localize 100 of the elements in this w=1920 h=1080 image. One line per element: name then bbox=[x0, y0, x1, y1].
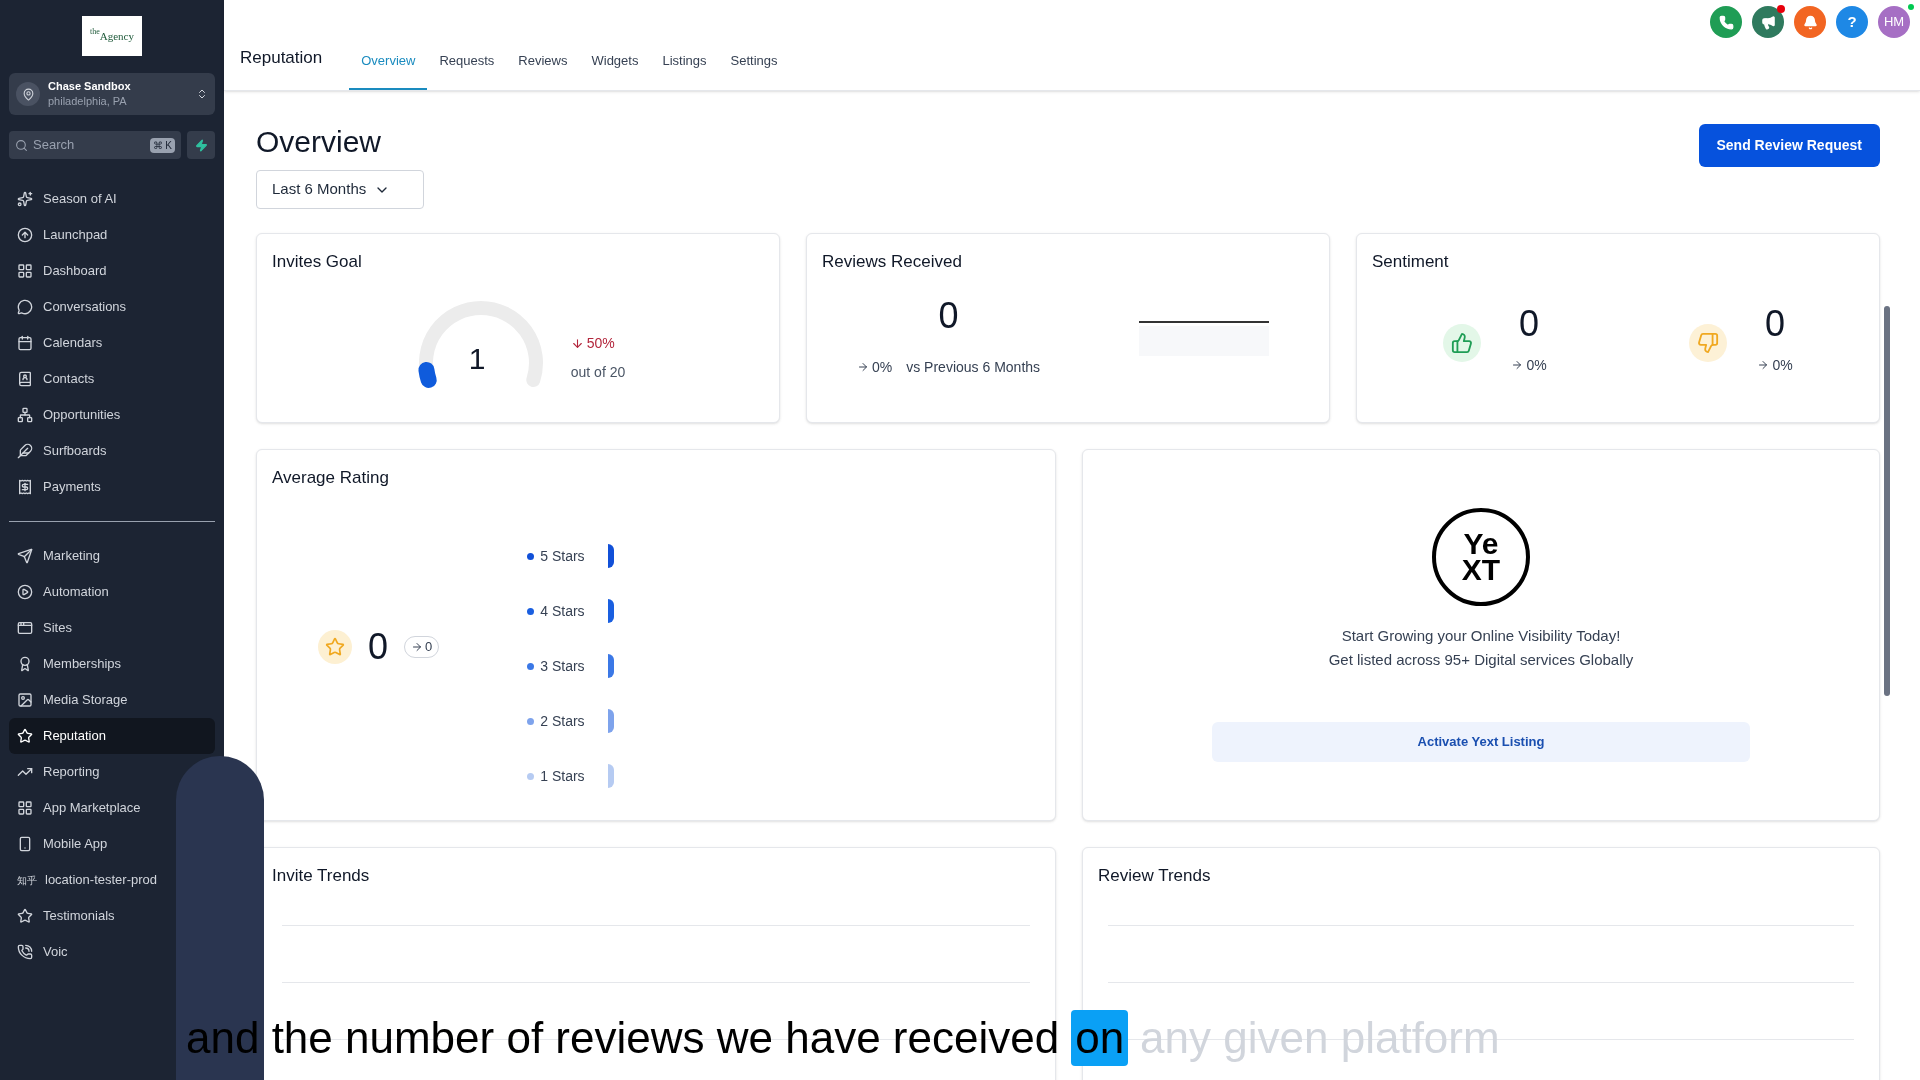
thumbs-up-icon bbox=[1443, 324, 1482, 362]
glyph-icon: 知乎 bbox=[17, 872, 35, 888]
promo-text: Start Growing your Online Visibility Today! bbox=[1341, 626, 1621, 646]
page-title: Overview bbox=[256, 124, 383, 160]
module-title: Reputation bbox=[240, 46, 323, 69]
promo-text: Get listed across 95+ Digital services Globally bbox=[1328, 650, 1634, 670]
change-value: 0% bbox=[1511, 354, 1547, 376]
reviews-count: 0 bbox=[938, 293, 959, 338]
nav-item[interactable]: Calendars bbox=[9, 325, 111, 361]
gauge-value: 1 bbox=[468, 340, 486, 377]
rating-label: 5 Stars bbox=[540, 546, 586, 566]
paper-plane-icon bbox=[17, 548, 33, 564]
rating-label: 4 Stars bbox=[540, 601, 586, 621]
change-value: 0% bbox=[857, 356, 893, 378]
chevrons-icon bbox=[196, 88, 208, 100]
tab[interactable]: Listings bbox=[650, 50, 719, 90]
nav-item[interactable]: Sites bbox=[9, 610, 80, 646]
thumbs-down-icon bbox=[1689, 324, 1728, 362]
search-icon bbox=[15, 138, 28, 152]
nav-item[interactable]: Payments bbox=[9, 469, 109, 505]
nav-item[interactable]: Surfboards bbox=[9, 433, 115, 469]
star-icon bbox=[17, 728, 33, 744]
search-field[interactable]: Search ⌘ K bbox=[9, 131, 181, 159]
nodes-icon bbox=[17, 407, 33, 423]
arrow-right-icon bbox=[1511, 359, 1524, 371]
account-location: philadelphia, PA bbox=[48, 94, 128, 109]
bell-icon bbox=[1802, 14, 1818, 30]
nav-item[interactable]: Reputation bbox=[9, 718, 215, 754]
phone-call-icon bbox=[17, 944, 33, 960]
nav-item[interactable]: Conversations bbox=[9, 289, 135, 325]
nav-item[interactable]: Reporting bbox=[9, 754, 108, 790]
sentiment-count: 0 bbox=[1518, 301, 1539, 346]
period-dropdown[interactable]: Last 6 Months bbox=[256, 170, 424, 209]
nav-item[interactable]: Opportunities bbox=[9, 397, 129, 433]
nav-item[interactable]: Automation bbox=[9, 574, 117, 610]
nav-item[interactable]: Memberships bbox=[9, 646, 130, 682]
bell-button[interactable] bbox=[1794, 6, 1826, 38]
yext-logo: Ye XT bbox=[1432, 508, 1530, 606]
card-title: Invites Goal bbox=[272, 251, 363, 273]
rating-bar bbox=[608, 599, 615, 623]
tab[interactable]: Widgets bbox=[579, 50, 651, 90]
help-button[interactable]: ? bbox=[1836, 6, 1868, 38]
quick-action-button[interactable] bbox=[187, 131, 215, 159]
nav-item[interactable]: Launchpad bbox=[9, 217, 116, 253]
location-pin-icon bbox=[16, 82, 40, 106]
shortcut-key: ⌘ K bbox=[149, 137, 175, 153]
nav-item[interactable]: Season of AI bbox=[9, 181, 125, 217]
grid-icon bbox=[17, 263, 33, 279]
arrow-right-icon bbox=[857, 361, 869, 373]
rating-bar bbox=[608, 544, 615, 568]
tab[interactable]: Settings bbox=[718, 50, 790, 90]
phone-icon bbox=[1718, 14, 1734, 30]
card-title: Review Trends bbox=[1098, 865, 1212, 887]
tab[interactable]: Requests bbox=[427, 50, 507, 90]
play-circle-icon bbox=[17, 584, 33, 600]
phone-button[interactable] bbox=[1710, 6, 1742, 38]
chat-bubble-icon bbox=[17, 299, 33, 315]
arrow-down-icon bbox=[570, 336, 584, 350]
change-value: 0% bbox=[1757, 354, 1793, 376]
megaphone-button[interactable] bbox=[1752, 6, 1784, 38]
smartphone-icon bbox=[17, 836, 33, 852]
megaphone-icon bbox=[1760, 14, 1776, 30]
tab[interactable]: Reviews bbox=[506, 50, 580, 90]
nav-item[interactable]: App Marketplace bbox=[9, 790, 149, 826]
card-title: Reviews Received bbox=[822, 251, 963, 273]
grid-icon bbox=[17, 800, 33, 816]
nav-item[interactable]: 知乎 location-tester-prod bbox=[9, 862, 165, 898]
feather-icon bbox=[17, 443, 33, 459]
card-title: Average Rating bbox=[272, 467, 390, 489]
search-input[interactable]: Search bbox=[33, 135, 145, 155]
nav-item[interactable]: Voic bbox=[9, 934, 76, 970]
rating-label: 1 Stars bbox=[540, 766, 586, 786]
contact-book-icon bbox=[17, 371, 33, 387]
rating-bar bbox=[608, 654, 615, 678]
arrow-right-icon bbox=[1757, 359, 1770, 371]
tab[interactable]: Overview bbox=[349, 50, 428, 90]
goal-text: out of 20 bbox=[570, 362, 626, 382]
comparison-text: vs Previous 6 Months bbox=[906, 357, 1041, 377]
arrow-circle-icon bbox=[17, 227, 33, 243]
account-switcher[interactable]: Chase Sandbox philadelphia, PA bbox=[9, 73, 215, 115]
rating-label: 2 Stars bbox=[540, 711, 586, 731]
nav-item[interactable]: Marketing bbox=[9, 538, 109, 574]
card-title: Invite Trends bbox=[272, 865, 371, 887]
sparkles-icon bbox=[17, 191, 33, 207]
card-title: Sentiment bbox=[1372, 251, 1450, 273]
image-icon bbox=[17, 692, 33, 708]
activate-yext-button[interactable]: Activate Yext Listing bbox=[1212, 722, 1750, 762]
nav-item[interactable]: Media Storage bbox=[9, 682, 136, 718]
rating-bar bbox=[608, 709, 615, 733]
star-icon bbox=[17, 908, 33, 924]
lightning-icon bbox=[194, 138, 208, 152]
browser-window-icon bbox=[17, 620, 33, 636]
nav-item[interactable]: Mobile App bbox=[9, 826, 116, 862]
nav-item[interactable]: Dashboard bbox=[9, 253, 115, 289]
nav-item[interactable]: Testimonials bbox=[9, 898, 123, 934]
change-value: 50% bbox=[570, 332, 626, 354]
account-name: Chase Sandbox bbox=[48, 79, 132, 94]
send-review-request-button[interactable]: Send Review Request bbox=[1698, 124, 1880, 167]
nav-item[interactable]: Contacts bbox=[9, 361, 103, 397]
sentiment-count: 0 bbox=[1764, 301, 1785, 346]
